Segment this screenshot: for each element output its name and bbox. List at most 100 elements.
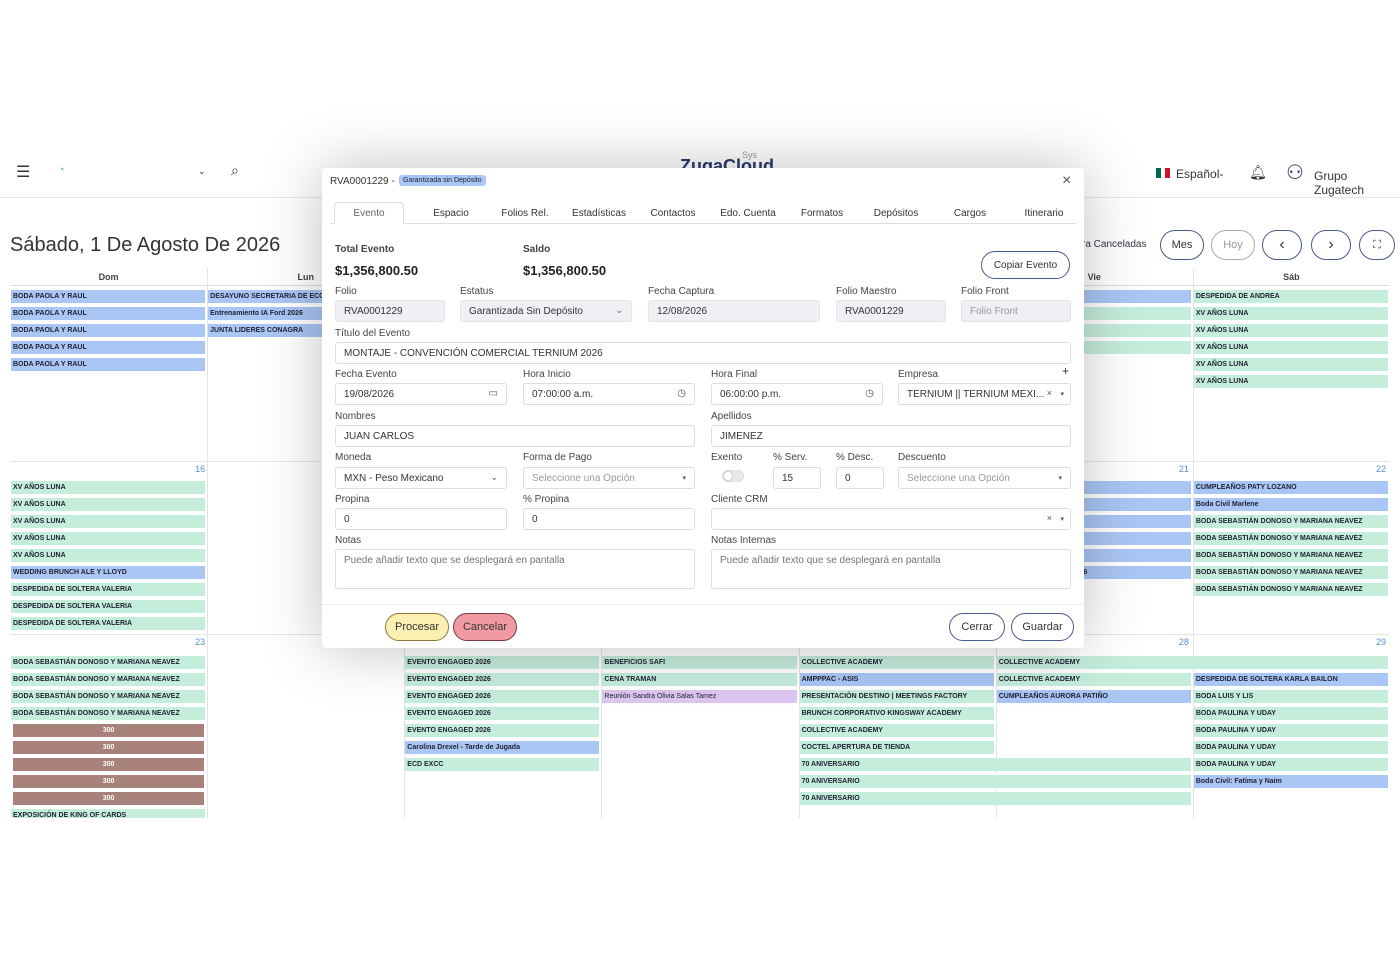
copy-event-button[interactable]: Copiar Evento bbox=[981, 251, 1070, 279]
calendar-event[interactable]: BODA LUIS Y LIS bbox=[1193, 690, 1388, 703]
calendar-event[interactable]: 300 bbox=[13, 792, 205, 805]
calendar-event[interactable]: 70 ANIVERSARIO bbox=[799, 792, 1191, 805]
day-number[interactable]: 16 bbox=[195, 464, 205, 474]
calendar-event[interactable]: EVENTO ENGAGED 2026 bbox=[405, 724, 600, 737]
cancelar-button[interactable]: Cancelar bbox=[453, 613, 517, 641]
calendar-event[interactable]: EVENTO ENGAGED 2026 bbox=[405, 707, 600, 720]
calendar-event[interactable]: COLLECTIVE ACADEMY bbox=[799, 724, 994, 737]
calendar-event[interactable]: DESPEDIDA DE SOLTERA VALERIA bbox=[11, 600, 206, 613]
day-number[interactable]: 21 bbox=[1179, 464, 1189, 474]
serv-input[interactable]: 15 bbox=[773, 467, 821, 489]
tab-folios-rel[interactable]: Folios Rel. bbox=[490, 202, 560, 224]
notas-textarea[interactable] bbox=[335, 549, 695, 589]
calendar-event[interactable]: AMPPPAC - ASIS bbox=[799, 673, 994, 686]
calendar-event[interactable]: BODA PAOLA Y RAUL bbox=[11, 324, 206, 337]
calendar-event[interactable]: BODA PAULINA Y UDAY bbox=[1193, 741, 1388, 754]
calendar-event[interactable]: BODA SEBASTIÁN DONOSO Y MARIANA NEAVEZ bbox=[11, 656, 206, 669]
calendar-event[interactable]: XV AÑOS LUNA bbox=[11, 532, 206, 545]
plus-icon[interactable]: + bbox=[1062, 364, 1069, 378]
tab-evento[interactable]: Evento bbox=[334, 202, 404, 224]
tab-edo-cuenta[interactable]: Edo. Cuenta bbox=[710, 202, 786, 224]
calendar-event[interactable]: BODA SEBASTIÁN DONOSO Y MARIANA NEAVEZ bbox=[1193, 549, 1388, 562]
calendar-event[interactable]: DESPEDIDA DE SOLTERA KARLA BAILON bbox=[1193, 673, 1388, 686]
tab-itinerario[interactable]: Itinerario bbox=[1006, 202, 1082, 224]
search-icon[interactable]: ⌕ bbox=[231, 162, 239, 179]
day-number[interactable]: 28 bbox=[1179, 637, 1189, 647]
calendar-event[interactable]: 300 bbox=[13, 741, 205, 754]
calendar-event[interactable]: EVENTO ENGAGED 2026 bbox=[405, 673, 600, 686]
calendar-event[interactable]: COCTEL APERTURA DE TIENDA bbox=[799, 741, 994, 754]
tab-depositos[interactable]: Depósitos bbox=[858, 202, 934, 224]
calendar-event[interactable]: XV AÑOS LUNA bbox=[11, 549, 206, 562]
calendar-event[interactable]: EVENTO ENGAGED 2026 bbox=[405, 656, 600, 669]
calendar-event[interactable]: 300 bbox=[13, 724, 205, 737]
day-number[interactable]: 29 bbox=[1376, 637, 1386, 647]
calendar-event[interactable]: Boda Civil Marlene bbox=[1193, 498, 1388, 511]
calendar-event[interactable]: 300 bbox=[13, 775, 205, 788]
hora-inicio-input[interactable]: 07:00:00 a.m. ◷ bbox=[523, 383, 695, 405]
calendar-event[interactable]: Boda Civil: Fatima y Naim bbox=[1193, 775, 1388, 788]
expand-icon[interactable]: ⛶ bbox=[1359, 230, 1395, 260]
titulo-input[interactable]: MONTAJE - CONVENCIÓN COMERCIAL TERNIUM 2… bbox=[335, 342, 1071, 364]
calendar-event[interactable]: BODA SEBASTIÁN DONOSO Y MARIANA NEAVEZ bbox=[11, 707, 206, 720]
calendar-event[interactable]: BODA PAULINA Y UDAY bbox=[1193, 724, 1388, 737]
calendar-event[interactable]: BODA PAOLA Y RAUL bbox=[11, 341, 206, 354]
calendar-event[interactable]: Reunión Sandra Olivia Salas Tamez bbox=[602, 690, 797, 703]
calendar-event[interactable]: BODA SEBASTIÁN DONOSO Y MARIANA NEAVEZ bbox=[1193, 583, 1388, 596]
today-button[interactable]: Hoy bbox=[1211, 230, 1255, 260]
calendar-event[interactable]: XV AÑOS LUNA bbox=[11, 481, 206, 494]
calendar-event[interactable]: BODA PAOLA Y RAUL bbox=[11, 307, 206, 320]
forma-pago-select[interactable]: Seleccione una Opción ▾ bbox=[523, 467, 695, 489]
calendar-event[interactable]: 70 ANIVERSARIO bbox=[799, 775, 1191, 788]
clear-icon[interactable]: × bbox=[1047, 388, 1052, 398]
calendar-event[interactable]: BODA PAULINA Y UDAY bbox=[1193, 707, 1388, 720]
clock-icon[interactable]: ◷ bbox=[865, 388, 874, 399]
hamburger-icon[interactable]: ☰ bbox=[16, 162, 30, 182]
calendar-event[interactable]: XV AÑOS LUNA bbox=[1193, 341, 1388, 354]
calendar-event[interactable]: XV AÑOS LUNA bbox=[11, 498, 206, 511]
exento-toggle[interactable] bbox=[722, 470, 744, 482]
moneda-select[interactable]: MXN - Peso Mexicano ⌄ bbox=[335, 467, 507, 489]
language-selector[interactable]: Español bbox=[1176, 167, 1219, 181]
folio-front-field[interactable]: Folio Front bbox=[961, 300, 1071, 322]
cliente-crm-select[interactable]: × ▾ bbox=[711, 508, 1071, 530]
calendar-event[interactable]: BODA PAOLA Y RAUL bbox=[11, 358, 206, 371]
calendar-event[interactable]: BODA SEBASTIÁN DONOSO Y MARIANA NEAVEZ bbox=[11, 673, 206, 686]
cancelled-filter-label[interactable]: ra Canceladas bbox=[1082, 239, 1146, 250]
calendar-event[interactable]: BODA SEBASTIÁN DONOSO Y MARIANA NEAVEZ bbox=[1193, 515, 1388, 528]
calendar-event[interactable]: COLLECTIVE ACADEMY bbox=[996, 656, 1388, 669]
fecha-evento-input[interactable]: 19/08/2026 ▭ bbox=[335, 383, 507, 405]
tab-contactos[interactable]: Contactos bbox=[636, 202, 710, 224]
calendar-event[interactable]: CUMPLEAÑOS PATY LOZANO bbox=[1193, 481, 1388, 494]
clear-icon[interactable]: × bbox=[1047, 513, 1052, 523]
descuento-select[interactable]: Seleccione una Opción ▾ bbox=[898, 467, 1071, 489]
calendar-event[interactable]: BODA PAOLA Y RAUL bbox=[11, 290, 206, 303]
tab-estadisticas[interactable]: Estadísticas bbox=[562, 202, 636, 224]
calendar-event[interactable]: COLLECTIVE ACADEMY bbox=[996, 673, 1191, 686]
pct-propina-input[interactable]: 0 bbox=[523, 508, 695, 530]
close-icon[interactable]: × bbox=[1062, 172, 1071, 190]
calendar-event[interactable]: BODA SEBASTIÁN DONOSO Y MARIANA NEAVEZ bbox=[11, 690, 206, 703]
day-number[interactable]: 23 bbox=[195, 637, 205, 647]
calendar-event[interactable]: COLLECTIVE ACADEMY bbox=[799, 656, 994, 669]
clock-icon[interactable]: ◷ bbox=[677, 388, 686, 399]
calendar-event[interactable]: 300 bbox=[13, 758, 205, 771]
tab-cargos[interactable]: Cargos bbox=[934, 202, 1006, 224]
month-view-button[interactable]: Mes bbox=[1160, 230, 1204, 260]
calendar-event[interactable]: 70 ANIVERSARIO bbox=[799, 758, 1191, 771]
tab-espacio[interactable]: Espacio bbox=[414, 202, 488, 224]
empresa-select[interactable]: TERNIUM || TERNIUM MEXI... × ▾ bbox=[898, 383, 1071, 405]
apellidos-input[interactable]: JIMENEZ bbox=[711, 425, 1071, 447]
calendar-event[interactable]: WEDDING BRUNCH ALE Y LLOYD bbox=[11, 566, 206, 579]
notas-internas-textarea[interactable] bbox=[711, 549, 1071, 589]
hora-final-input[interactable]: 06:00:00 p.m. ◷ bbox=[711, 383, 883, 405]
calendar-event[interactable]: EVENTO ENGAGED 2026 bbox=[405, 690, 600, 703]
calendar-event[interactable]: XV AÑOS LUNA bbox=[1193, 375, 1388, 388]
propina-input[interactable]: 0 bbox=[335, 508, 507, 530]
procesar-button[interactable]: Procesar bbox=[385, 613, 449, 641]
desc-input[interactable]: 0 bbox=[836, 467, 884, 489]
calendar-event[interactable]: DESPEDIDA DE SOLTERA VALERIA bbox=[11, 583, 206, 596]
calendar-event[interactable]: PRESENTACIÓN DESTINO | MEETINGS FACTORY bbox=[799, 690, 994, 703]
calendar-event[interactable]: Carolina Drexel - Tarde de Jugada bbox=[405, 741, 600, 754]
calendar-event[interactable]: XV AÑOS LUNA bbox=[1193, 324, 1388, 337]
